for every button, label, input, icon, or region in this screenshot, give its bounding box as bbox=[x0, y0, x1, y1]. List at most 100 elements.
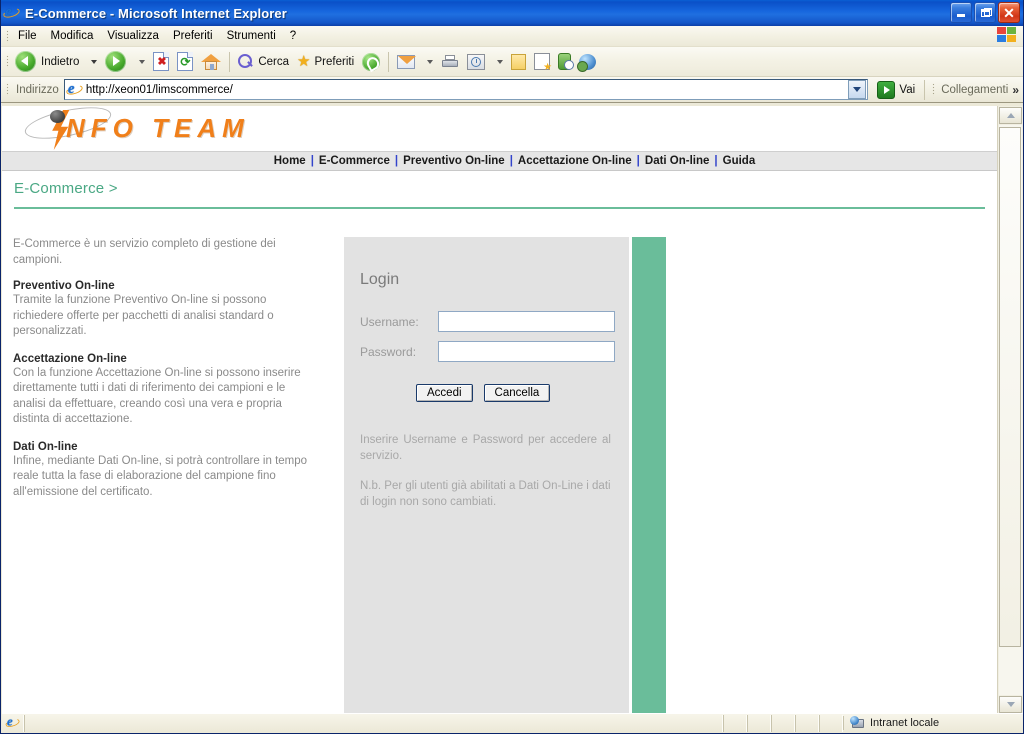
messenger-icon bbox=[558, 53, 575, 70]
section-body: Infine, mediante Dati On-line, si potrà … bbox=[13, 454, 308, 498]
password-row: Password: bbox=[344, 341, 629, 362]
history-button[interactable] bbox=[463, 50, 489, 74]
site-navbar: Home | E-Commerce | Preventivo On-line |… bbox=[2, 152, 997, 171]
forward-button[interactable] bbox=[101, 50, 131, 74]
mail-dropdown-button[interactable] bbox=[419, 50, 437, 74]
edit-icon bbox=[534, 53, 552, 73]
mail-icon bbox=[397, 54, 417, 69]
print-button[interactable] bbox=[437, 50, 463, 74]
menu-visualizza[interactable]: Visualizza bbox=[100, 28, 166, 44]
minimize-button[interactable] bbox=[950, 2, 972, 23]
login-title: Login bbox=[360, 271, 400, 288]
logo-text: NFO TEAM bbox=[66, 113, 250, 143]
notes-icon bbox=[511, 53, 527, 70]
back-button[interactable]: Indietro bbox=[11, 50, 83, 74]
chevron-down-icon bbox=[139, 59, 146, 64]
nav-separator: | bbox=[636, 155, 640, 167]
history-dropdown-button[interactable] bbox=[489, 50, 507, 74]
research-icon bbox=[577, 53, 597, 72]
notes-button[interactable] bbox=[507, 50, 530, 74]
username-input[interactable] bbox=[438, 311, 615, 332]
section-heading: Preventivo On-line bbox=[13, 280, 115, 293]
scroll-down-button[interactable] bbox=[999, 696, 1022, 713]
refresh-button[interactable]: ⟳ bbox=[173, 50, 197, 74]
address-input[interactable]: http://xeon01/limscommerce/ bbox=[86, 84, 849, 96]
stop-icon: ✖ bbox=[153, 52, 170, 71]
logo-sphere-icon bbox=[50, 110, 65, 123]
username-label: Username: bbox=[360, 314, 419, 329]
go-button[interactable]: Vai bbox=[872, 80, 920, 100]
status-badge[interactable]: Intranet locale bbox=[843, 716, 1023, 730]
menu-help[interactable]: ? bbox=[283, 28, 303, 44]
windows-flag-icon bbox=[997, 27, 1019, 46]
page-content: NFO TEAM Home | E-Commerce | Preventivo … bbox=[2, 106, 997, 714]
section-heading: Accettazione On-line bbox=[13, 352, 127, 365]
window-controls: ✕ bbox=[950, 2, 1020, 23]
status-zone-label: Intranet locale bbox=[870, 717, 940, 729]
nav-guida[interactable]: Guida bbox=[723, 155, 756, 167]
home-icon bbox=[201, 53, 222, 71]
title-bar: e E-Commerce - Microsoft Internet Explor… bbox=[1, 0, 1023, 26]
menu-preferiti[interactable]: Preferiti bbox=[166, 28, 220, 44]
home-button[interactable] bbox=[197, 50, 225, 74]
login-help-2: N.b. Per gli utenti già abilitati a Dati… bbox=[360, 480, 611, 509]
menu-strumenti[interactable]: Strumenti bbox=[220, 28, 283, 44]
back-icon bbox=[15, 50, 37, 73]
stop-button[interactable]: ✖ bbox=[149, 50, 173, 74]
status-cell bbox=[747, 714, 771, 732]
vertical-scrollbar[interactable] bbox=[997, 106, 1023, 714]
close-button[interactable]: ✕ bbox=[998, 2, 1020, 23]
scrollbar-track[interactable] bbox=[999, 125, 1022, 695]
search-button[interactable]: Cerca bbox=[234, 50, 293, 74]
back-dropdown-button[interactable] bbox=[83, 50, 101, 74]
addressbar-separator bbox=[924, 79, 926, 100]
status-cell bbox=[771, 714, 795, 732]
page-area: NFO TEAM Home | E-Commerce | Preventivo … bbox=[2, 106, 1023, 714]
links-label[interactable]: Collegamenti bbox=[937, 84, 1012, 96]
favorites-button[interactable]: ★ Preferiti bbox=[293, 50, 358, 74]
intro-paragraph: E-Commerce è un servizio completo di ges… bbox=[13, 238, 276, 266]
menu-gripper[interactable] bbox=[3, 28, 11, 44]
nav-dati-online[interactable]: Dati On-line bbox=[645, 155, 710, 167]
address-dropdown-button[interactable] bbox=[848, 80, 867, 99]
research-button[interactable] bbox=[575, 50, 600, 74]
password-input[interactable] bbox=[438, 341, 615, 362]
favorites-star-icon: ★ bbox=[297, 53, 311, 70]
address-input-wrap[interactable]: e http://xeon01/limscommerce/ bbox=[63, 79, 869, 100]
chevron-up-icon bbox=[1006, 113, 1015, 118]
go-arrow-icon bbox=[877, 80, 896, 99]
nav-accettazione-online[interactable]: Accettazione On-line bbox=[518, 155, 632, 167]
search-label: Cerca bbox=[258, 55, 290, 68]
forward-dropdown-button[interactable] bbox=[131, 50, 149, 74]
scrollbar-thumb[interactable] bbox=[999, 127, 1021, 647]
nav-preventivo-online[interactable]: Preventivo On-line bbox=[403, 155, 505, 167]
ie-logo-icon: e bbox=[2, 5, 21, 21]
submit-button[interactable]: Accedi bbox=[416, 384, 473, 402]
links-gripper[interactable] bbox=[929, 82, 937, 98]
nav-separator: | bbox=[714, 155, 718, 167]
infoteam-logo[interactable]: NFO TEAM bbox=[20, 106, 340, 150]
address-label: Indirizzo bbox=[16, 83, 59, 96]
toolbar-gripper[interactable] bbox=[3, 54, 11, 70]
nav-ecommerce[interactable]: E-Commerce bbox=[319, 155, 390, 167]
mail-button[interactable] bbox=[393, 50, 419, 74]
window-title: E-Commerce - Microsoft Internet Explorer bbox=[25, 5, 287, 21]
menu-modifica[interactable]: Modifica bbox=[44, 28, 101, 44]
toolbar-overflow-button[interactable]: » bbox=[1012, 83, 1023, 97]
messenger-button[interactable] bbox=[554, 50, 575, 74]
addressbar-gripper[interactable] bbox=[3, 82, 11, 98]
edit-button[interactable] bbox=[530, 50, 554, 74]
maximize-button[interactable] bbox=[974, 2, 996, 23]
username-row: Username: bbox=[344, 311, 629, 332]
menu-file[interactable]: File bbox=[11, 28, 44, 44]
nav-separator: | bbox=[509, 155, 513, 167]
intranet-zone-icon bbox=[850, 716, 865, 730]
chevron-down-icon bbox=[1006, 702, 1015, 707]
scroll-up-button[interactable] bbox=[999, 107, 1022, 124]
reset-button[interactable]: Cancella bbox=[483, 384, 551, 402]
nav-separator: | bbox=[394, 155, 399, 167]
nav-home[interactable]: Home bbox=[274, 155, 306, 167]
status-cell bbox=[723, 714, 747, 732]
media-button[interactable] bbox=[358, 50, 384, 74]
back-label: Indietro bbox=[41, 55, 80, 68]
